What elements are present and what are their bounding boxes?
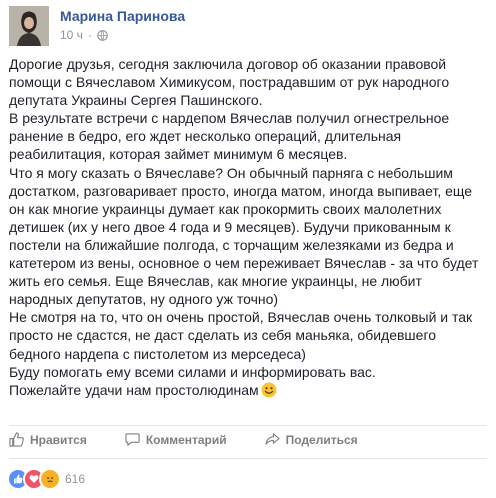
text-line: жить его семья. Еще Вячеслав, как многие…	[9, 273, 422, 290]
text-line: катетером из вены, основное о чем пережи…	[9, 255, 479, 272]
comment-label: Комментарий	[145, 432, 227, 447]
text-line: Буду помогать ему всеми силами и информи…	[9, 363, 376, 380]
text-line: детишек (их у него двое 4 года и 9 месяц…	[9, 218, 451, 235]
text-line: просто не сдастся, не даст сделать из се…	[9, 327, 437, 344]
text-line: В результате встречи с нардепом Вячеслав…	[9, 110, 450, 127]
text-line: Дорогие друзья, сегодня заключила догово…	[9, 56, 447, 72]
text-line: достатком, разговаривает просто, иногда …	[9, 182, 473, 199]
post-meta: 10 ч ·	[60, 28, 108, 42]
like-button[interactable]: Нравится	[9, 432, 87, 447]
text-line: он как многие украинцы думает как прокор…	[9, 200, 442, 217]
author-name[interactable]: Марина Паринова	[60, 8, 185, 24]
timestamp[interactable]: 10 ч	[60, 28, 83, 42]
globe-icon[interactable]	[97, 29, 108, 41]
avatar[interactable]	[9, 6, 49, 46]
text-line: Пожелайте удачи нам простолюдинам	[9, 381, 259, 398]
text-line: народных депутатов, ну одного уж точно)	[9, 291, 279, 308]
separator: ·	[87, 28, 92, 42]
text-line: реабилитация, которая займет минимум 6 м…	[9, 146, 348, 163]
text-line: бедного нардепа с пистолетом из мерседес…	[9, 345, 306, 362]
comment-button[interactable]: Комментарий	[125, 432, 227, 447]
reaction-count[interactable]: 616	[65, 472, 85, 486]
comment-icon	[125, 433, 140, 446]
divider	[9, 425, 487, 426]
text-line: депутата Украины Сергея Пашинского.	[9, 92, 263, 109]
smile-emoji	[261, 382, 277, 398]
share-icon	[265, 433, 280, 445]
text-line: Не смотря на то, что он очень простой, В…	[9, 309, 473, 326]
share-button[interactable]: Поделиться	[265, 432, 358, 447]
reactions-summary[interactable]: 616	[7, 468, 85, 490]
thumbs-up-icon	[9, 432, 24, 447]
divider	[9, 458, 487, 459]
text-line: постели на ближайшие полгода, с торчащим…	[9, 236, 454, 253]
like-label: Нравится	[30, 432, 87, 447]
text-line: Что я могу сказать о Вячеславе? Он обычн…	[9, 164, 453, 181]
action-bar: Нравится Комментарий Поделиться	[9, 432, 396, 447]
facebook-post: Марина Паринова 10 ч · Дорогие друзья, с…	[0, 0, 496, 498]
text-line-last: Пожелайте удачи нам простолюдинам	[9, 381, 491, 399]
text-line: ранение в бедро, его ждет несколько опер…	[9, 128, 402, 145]
share-label: Поделиться	[285, 432, 358, 447]
sad-icon	[39, 468, 61, 490]
text-line: помощи с Вячеславом Химикусом, пострадав…	[9, 74, 450, 91]
post-body: Дорогие друзья, сегодня заключила догово…	[9, 55, 491, 399]
